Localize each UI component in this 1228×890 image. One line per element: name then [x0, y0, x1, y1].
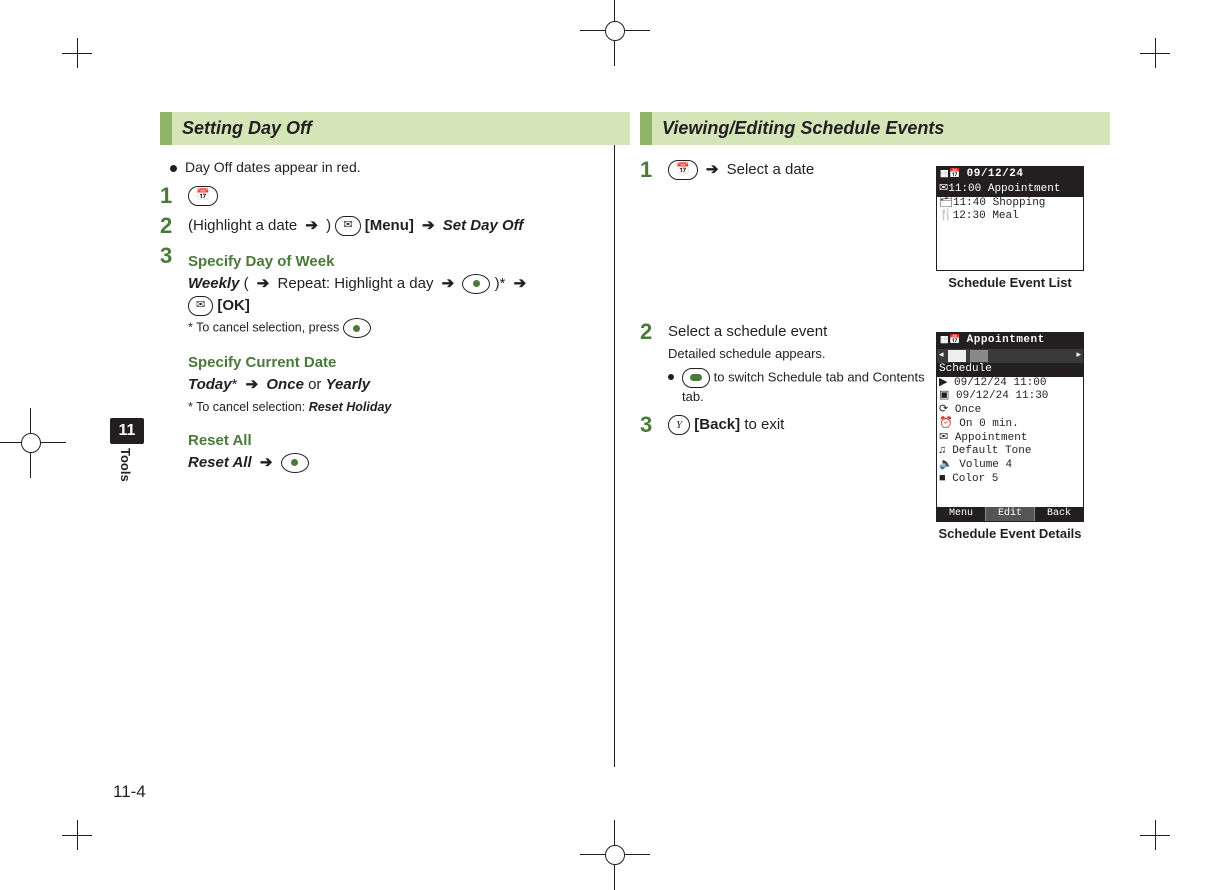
- step-1: 1 📅 ➔ Select a date: [640, 159, 930, 181]
- step-1: 1 📅: [160, 185, 630, 207]
- step-2: 2 (Highlight a date ➔ ) ✉ [Menu] ➔ Set D…: [160, 215, 630, 237]
- calendar-key-icon: 📅: [188, 186, 218, 206]
- center-key-icon: [343, 318, 371, 338]
- center-key-icon: [281, 453, 309, 473]
- chapter-number: 11: [119, 422, 136, 439]
- set-day-off-label: Set Day Off: [443, 217, 524, 234]
- left-column: Setting Day Off Day Off dates appear in …: [160, 112, 630, 481]
- step-2: 2 Select a schedule event Detailed sched…: [640, 321, 930, 406]
- left-right-key-icon: [682, 368, 710, 388]
- heading-title: Setting Day Off: [172, 112, 630, 145]
- section-heading: Setting Day Off: [160, 112, 630, 145]
- chapter-tab: 11: [110, 418, 144, 444]
- heading-title: Viewing/Editing Schedule Events: [652, 112, 1110, 145]
- section-heading: Viewing/Editing Schedule Events: [640, 112, 1110, 145]
- reset-all-heading: Reset All: [188, 430, 630, 452]
- schedule-event-details-screenshot: ▦📅 Appointment ◂ ▸ Schedule ▶ 09/12/24 1…: [936, 332, 1084, 541]
- center-key-icon: [462, 274, 490, 294]
- intro-text: Day Off dates appear in red.: [185, 159, 361, 175]
- specify-day-of-week-heading: Specify Day of Week: [188, 251, 630, 273]
- screenshot-caption: Schedule Event Details: [936, 526, 1084, 541]
- step-3: 3 Y [Back] to exit: [640, 414, 930, 436]
- page-number: 11-4: [113, 782, 146, 802]
- chapter-label: Tools: [118, 448, 133, 482]
- screenshot-caption: Schedule Event List: [936, 275, 1084, 290]
- ok-label: [OK]: [217, 297, 250, 314]
- intro-bullet: Day Off dates appear in red.: [170, 159, 630, 175]
- step-3: 3 Specify Day of Week Weekly ( ➔ Repeat:…: [160, 245, 630, 473]
- mail-key-icon: ✉: [188, 296, 213, 316]
- mail-key-icon: ✉: [335, 216, 360, 236]
- specify-current-date-heading: Specify Current Date: [188, 352, 630, 374]
- schedule-event-list-screenshot: ▦📅 09/12/24 ✉11:00 Appointment 🗂11:40 Sh…: [936, 166, 1084, 290]
- back-label: [Back]: [694, 416, 740, 433]
- calendar-key-icon: 📅: [668, 160, 698, 180]
- right-column: Viewing/Editing Schedule Events 1 📅 ➔ Se…: [640, 112, 1110, 444]
- y-key-icon: Y: [668, 415, 690, 435]
- menu-label: [Menu]: [365, 217, 414, 234]
